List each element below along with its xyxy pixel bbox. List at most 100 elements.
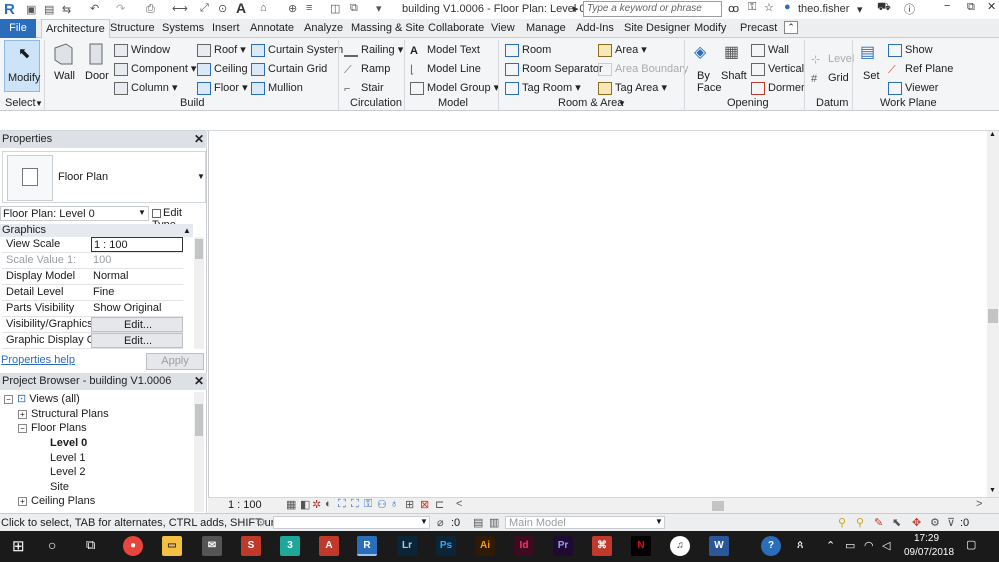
type-dropdown-icon[interactable]: ▼: [197, 172, 205, 181]
tab-precast[interactable]: Precast: [736, 19, 781, 38]
select-dropdown-icon[interactable]: ▼: [35, 99, 43, 108]
drawing-canvas[interactable]: [208, 131, 987, 497]
tree-item-level-2[interactable]: Level 2: [50, 465, 85, 479]
select-links-icon[interactable]: ⚲: [838, 516, 846, 529]
wall-button[interactable]: Wall: [51, 42, 75, 87]
tab-site-designer[interactable]: Site Designer: [620, 19, 694, 38]
filter-icon[interactable]: ⊽: [947, 516, 955, 529]
column-button[interactable]: Column ▾: [114, 81, 177, 95]
design-option-select[interactable]: Main Model ▼: [505, 516, 665, 529]
browser-close-icon[interactable]: ✕: [194, 373, 204, 390]
tab-collaborate[interactable]: Collaborate: [424, 19, 488, 38]
temp-hide-icon[interactable]: ⚇: [377, 498, 387, 511]
app-a-icon[interactable]: A: [319, 536, 339, 556]
close-button[interactable]: ✕: [987, 0, 996, 13]
text-icon[interactable]: A: [236, 0, 246, 16]
set-button[interactable]: ▤ Set: [858, 42, 882, 87]
grid-button[interactable]: # Grid: [811, 71, 849, 85]
stair-button[interactable]: ⌐ Stair: [344, 81, 384, 95]
scroll-down-icon[interactable]: ▼: [989, 487, 996, 494]
tag-room-button[interactable]: Tag Room ▾: [505, 81, 581, 95]
chrome-icon[interactable]: ●: [123, 536, 143, 556]
netflix-icon[interactable]: N: [631, 536, 651, 556]
component-button[interactable]: Component ▾: [114, 62, 196, 76]
app-3-icon[interactable]: 3: [280, 536, 300, 556]
select-underlay-icon[interactable]: ⚲: [856, 516, 864, 529]
search-icon[interactable]: ○: [48, 537, 56, 553]
indesign-icon[interactable]: Id: [514, 536, 534, 556]
mail-icon[interactable]: ✉: [202, 536, 222, 556]
mullion-button[interactable]: Mullion: [251, 81, 303, 95]
people-icon[interactable]: ጰ: [797, 539, 804, 552]
graphics-section[interactable]: Graphics ▲: [0, 224, 193, 237]
wifi-icon[interactable]: ◠: [864, 539, 874, 552]
undo-icon[interactable]: ↶: [90, 2, 99, 15]
constraints-icon[interactable]: ⊏: [435, 498, 444, 511]
display-model-value[interactable]: Normal: [91, 269, 183, 284]
cart-icon[interactable]: ⛟: [877, 1, 891, 15]
favorites-icon[interactable]: ☆: [764, 1, 774, 14]
user-icon[interactable]: ●: [784, 1, 791, 13]
tree-item-level-0[interactable]: Level 0: [50, 436, 87, 450]
print-icon[interactable]: ⎙: [146, 3, 155, 16]
model-group-button[interactable]: Model Group ▾: [410, 81, 499, 95]
shaft-button[interactable]: ▦ Shaft: [720, 42, 747, 87]
action-center-icon[interactable]: ▢: [966, 538, 976, 551]
section-icon[interactable]: ⊕: [288, 2, 297, 15]
visual-style-icon[interactable]: ◧: [300, 498, 310, 511]
area-button[interactable]: Area ▾: [598, 43, 647, 57]
scroll-thumb[interactable]: [195, 239, 203, 259]
select-by-face-icon[interactable]: ⬉: [892, 516, 901, 529]
file-explorer-icon[interactable]: ▭: [162, 536, 182, 556]
workset-select[interactable]: ▼: [273, 516, 430, 529]
user-name[interactable]: theo.fisher: [798, 3, 849, 15]
collapse-box-icon[interactable]: −: [4, 394, 13, 404]
save-icon[interactable]: ▤: [44, 3, 54, 16]
room-separator-button[interactable]: Room Separator: [505, 62, 603, 76]
help-tray-icon[interactable]: ?: [761, 536, 781, 556]
floor-button[interactable]: Floor ▾: [197, 81, 248, 95]
ramp-button[interactable]: ⟋ Ramp: [344, 62, 390, 76]
design-options-icon[interactable]: ▤: [473, 516, 483, 529]
tab-massing-site[interactable]: Massing & Site: [347, 19, 428, 38]
parts-visibility-value[interactable]: Show Original: [91, 301, 183, 316]
window-button[interactable]: Window: [114, 43, 170, 57]
canvas-vertical-scrollbar[interactable]: ▲ ▼: [987, 131, 999, 497]
expand-box-icon[interactable]: +: [18, 496, 27, 506]
tree-item-ceiling-plans[interactable]: + Ceiling Plans: [18, 494, 95, 508]
battery-icon[interactable]: ▭: [845, 539, 855, 552]
model-line-button[interactable]: ⌊ Model Line: [410, 62, 481, 76]
curtain-system-button[interactable]: Curtain System: [251, 43, 343, 57]
analytical-model-icon[interactable]: ⊠: [420, 498, 429, 511]
tab-insert[interactable]: Insert: [208, 19, 244, 38]
shadows-icon[interactable]: ◐: [325, 498, 332, 510]
by-face-button[interactable]: ◈ By Face: [691, 42, 721, 94]
tray-overflow-icon[interactable]: ⌃: [826, 539, 835, 552]
visibility-graphics-edit-button[interactable]: Edit...: [91, 317, 183, 332]
temp-properties-icon[interactable]: ⊞: [405, 498, 414, 511]
tree-item-structural-plans[interactable]: + Structural Plans: [18, 407, 109, 421]
browser-scrollbar[interactable]: [194, 392, 204, 512]
tab-modify[interactable]: Modify: [690, 19, 730, 38]
tab-manage[interactable]: Manage: [522, 19, 570, 38]
redo-icon[interactable]: ↷: [116, 2, 125, 15]
tag-icon[interactable]: ⊙: [218, 2, 227, 15]
select-pinned-icon[interactable]: ✎: [874, 516, 883, 529]
itunes-icon[interactable]: ♫: [670, 536, 690, 556]
viewer-button[interactable]: Viewer: [888, 81, 938, 95]
search-expand-icon[interactable]: ▸: [573, 2, 579, 15]
acrobat-icon[interactable]: ⌘: [592, 536, 612, 556]
minimize-button[interactable]: −: [944, 0, 950, 12]
hscroll-right-icon[interactable]: >: [976, 498, 982, 510]
properties-scrollbar[interactable]: [194, 237, 204, 349]
sun-path-icon[interactable]: ✲: [312, 498, 321, 511]
scroll-thumb[interactable]: [988, 309, 998, 323]
tree-item-level-1[interactable]: Level 1: [50, 451, 85, 465]
show-crop-icon[interactable]: ⛶: [351, 498, 359, 511]
background-process-icon[interactable]: ⚙: [256, 516, 266, 529]
switch-windows-icon[interactable]: ⧉: [350, 2, 358, 15]
volume-icon[interactable]: ◁: [882, 539, 890, 552]
tree-item-site[interactable]: Site: [50, 480, 69, 494]
illustrator-icon[interactable]: Ai: [475, 536, 495, 556]
tab-add-ins[interactable]: Add-Ins: [572, 19, 618, 38]
